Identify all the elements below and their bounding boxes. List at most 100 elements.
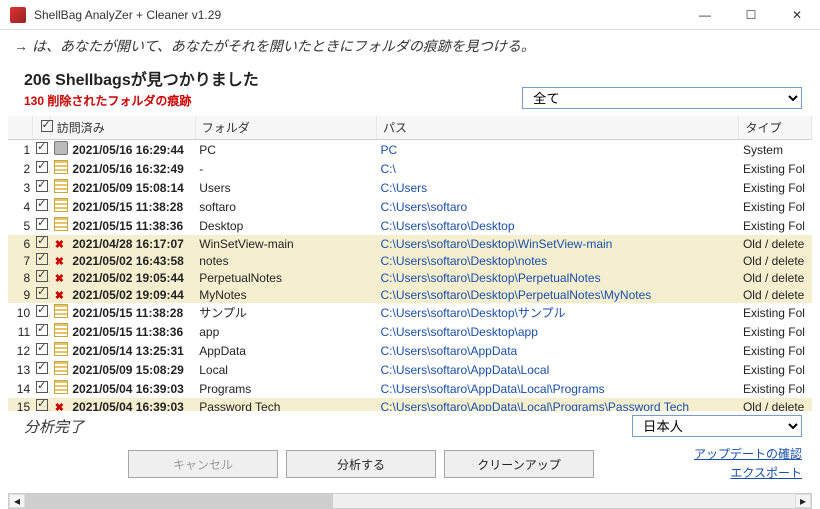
table-row[interactable]: 22021/05/16 16:32:49-C:\Existing Fol: [8, 159, 812, 178]
row-checkbox[interactable]: [32, 269, 50, 286]
row-checkbox[interactable]: [32, 140, 50, 160]
links-block: アップデートの確認 エクスポート: [602, 445, 802, 483]
window-buttons: ― ☐ ✕: [682, 0, 820, 30]
col-path[interactable]: パス: [376, 116, 738, 140]
app-icon: [10, 7, 26, 23]
row-path: C:\Users: [376, 178, 738, 197]
table-row[interactable]: 122021/05/14 13:25:31AppDataC:\Users\sof…: [8, 341, 812, 360]
row-checkbox[interactable]: [32, 341, 50, 360]
checkbox-icon[interactable]: [36, 236, 48, 248]
checkbox-icon[interactable]: [36, 381, 48, 393]
checkbox-icon[interactable]: [36, 161, 48, 173]
close-button[interactable]: ✕: [774, 0, 820, 30]
checkbox-icon[interactable]: [36, 270, 48, 282]
checkbox-icon[interactable]: [36, 305, 48, 317]
row-path: PC: [376, 140, 738, 160]
table-row[interactable]: 6✖2021/04/28 16:17:07WinSetView-mainC:\U…: [8, 235, 812, 252]
checkbox-icon[interactable]: [36, 180, 48, 192]
col-visited[interactable]: 訪問済み: [50, 116, 195, 140]
table-row[interactable]: 7✖2021/05/02 16:43:58notesC:\Users\softa…: [8, 252, 812, 269]
row-index: 2: [8, 159, 32, 178]
row-date: 2021/05/09 15:08:14: [68, 178, 195, 197]
row-checkbox[interactable]: [32, 252, 50, 269]
row-type: Existing Fol: [739, 379, 812, 398]
scroll-thumb[interactable]: [25, 494, 333, 508]
row-index: 4: [8, 197, 32, 216]
row-checkbox[interactable]: [32, 235, 50, 252]
row-checkbox[interactable]: [32, 322, 50, 341]
table-row[interactable]: 12021/05/16 16:29:44PCPCSystem: [8, 140, 812, 160]
table-row[interactable]: 132021/05/09 15:08:29LocalC:\Users\softa…: [8, 360, 812, 379]
row-checkbox[interactable]: [32, 398, 50, 411]
scroll-track[interactable]: [25, 494, 795, 508]
row-checkbox[interactable]: [32, 216, 50, 235]
row-checkbox[interactable]: [32, 159, 50, 178]
cancel-button[interactable]: キャンセル: [128, 450, 278, 478]
row-type: Existing Fol: [739, 341, 812, 360]
horizontal-scrollbar[interactable]: ◂ ▸: [8, 493, 812, 509]
minimize-button[interactable]: ―: [682, 0, 728, 30]
export-link[interactable]: エクスポート: [602, 464, 802, 481]
folder-icon: [54, 160, 68, 174]
row-checkbox[interactable]: [32, 303, 50, 322]
table-row[interactable]: 9✖2021/05/02 19:09:44MyNotesC:\Users\sof…: [8, 286, 812, 303]
table-row[interactable]: 112021/05/15 11:38:36appC:\Users\softaro…: [8, 322, 812, 341]
row-type: Existing Fol: [739, 159, 812, 178]
checkbox-icon[interactable]: [36, 218, 48, 230]
row-folder: WinSetView-main: [195, 235, 376, 252]
col-index[interactable]: [8, 116, 32, 140]
checkbox-icon[interactable]: [36, 399, 48, 411]
checkbox-icon[interactable]: [36, 199, 48, 211]
folder-icon: [54, 179, 68, 193]
row-checkbox[interactable]: [32, 286, 50, 303]
deleted-icon: ✖: [55, 402, 64, 412]
row-path: C:\Users\softaro\Desktop\PerpetualNotes\…: [376, 286, 738, 303]
summary-row: 206 Shellbagsが見つかりました 130 削除されたフォルダの痕跡 全…: [0, 60, 820, 111]
table-row[interactable]: 102021/05/15 11:38:28サンプルC:\Users\softar…: [8, 303, 812, 322]
deleted-icon: ✖: [55, 239, 64, 251]
found-count: 206 Shellbagsが見つかりました: [24, 66, 522, 90]
col-folder[interactable]: フォルダ: [195, 116, 376, 140]
table-row[interactable]: 8✖2021/05/02 19:05:44PerpetualNotesC:\Us…: [8, 269, 812, 286]
row-checkbox[interactable]: [32, 178, 50, 197]
col-type[interactable]: タイプ: [739, 116, 812, 140]
col-checkbox-all[interactable]: [32, 116, 50, 140]
cleanup-button[interactable]: クリーンアップ: [444, 450, 594, 478]
folder-icon: [54, 380, 68, 394]
row-folder: PC: [195, 140, 376, 160]
table-row[interactable]: 32021/05/09 15:08:14UsersC:\UsersExistin…: [8, 178, 812, 197]
row-checkbox[interactable]: [32, 197, 50, 216]
row-date: 2021/05/15 11:38:36: [68, 216, 195, 235]
table-row[interactable]: 52021/05/15 11:38:36DesktopC:\Users\soft…: [8, 216, 812, 235]
checkbox-icon[interactable]: [36, 142, 48, 154]
row-checkbox[interactable]: [32, 360, 50, 379]
row-index: 9: [8, 286, 32, 303]
checkbox-icon[interactable]: [36, 362, 48, 374]
row-type: Existing Fol: [739, 322, 812, 341]
language-select[interactable]: 日本人: [632, 415, 802, 437]
update-link[interactable]: アップデートの確認: [602, 445, 802, 462]
table-row[interactable]: 42021/05/15 11:38:28softaroC:\Users\soft…: [8, 197, 812, 216]
checkbox-icon[interactable]: [36, 343, 48, 355]
table-row[interactable]: 142021/05/04 16:39:03ProgramsC:\Users\so…: [8, 379, 812, 398]
analyze-button[interactable]: 分析する: [286, 450, 436, 478]
row-index: 5: [8, 216, 32, 235]
table-row[interactable]: 15✖2021/05/04 16:39:03Password TechC:\Us…: [8, 398, 812, 411]
row-checkbox[interactable]: [32, 379, 50, 398]
row-folder: Local: [195, 360, 376, 379]
checkbox-icon[interactable]: [36, 253, 48, 265]
row-type: Existing Fol: [739, 216, 812, 235]
row-folder: notes: [195, 252, 376, 269]
folder-icon: [54, 198, 68, 212]
scroll-left-icon[interactable]: ◂: [9, 494, 25, 508]
scroll-right-icon[interactable]: ▸: [795, 494, 811, 508]
row-type: Old / delete: [739, 269, 812, 286]
maximize-button[interactable]: ☐: [728, 0, 774, 30]
folder-icon: [54, 342, 68, 356]
filter-select[interactable]: 全て: [522, 87, 802, 109]
checkbox-icon[interactable]: [36, 287, 48, 299]
check-all-icon[interactable]: [41, 120, 53, 132]
checkbox-icon[interactable]: [36, 324, 48, 336]
table-wrap: 訪問済み フォルダ パス タイプ 12021/05/16 16:29:44PCP…: [8, 115, 812, 411]
analyze-label: 分析する: [337, 456, 385, 473]
